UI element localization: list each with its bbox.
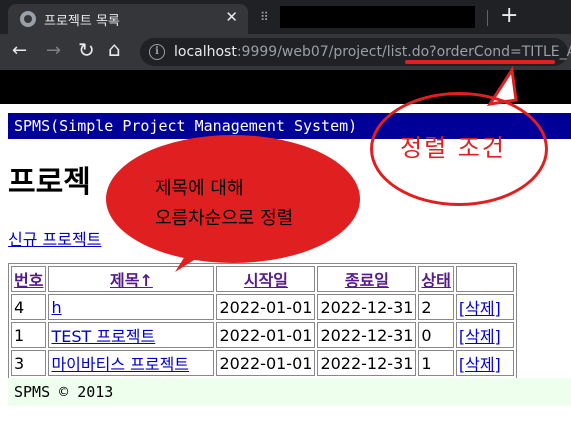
bubble-line-2: 오름차순으로 정렬 [155,208,294,229]
bubble-text: 제목에 대해 오름차순으로 정렬 [155,174,355,234]
bubble-line-1: 제목에 대해 [155,178,244,199]
sort-condition-label: 정렬 조건 [400,134,506,162]
